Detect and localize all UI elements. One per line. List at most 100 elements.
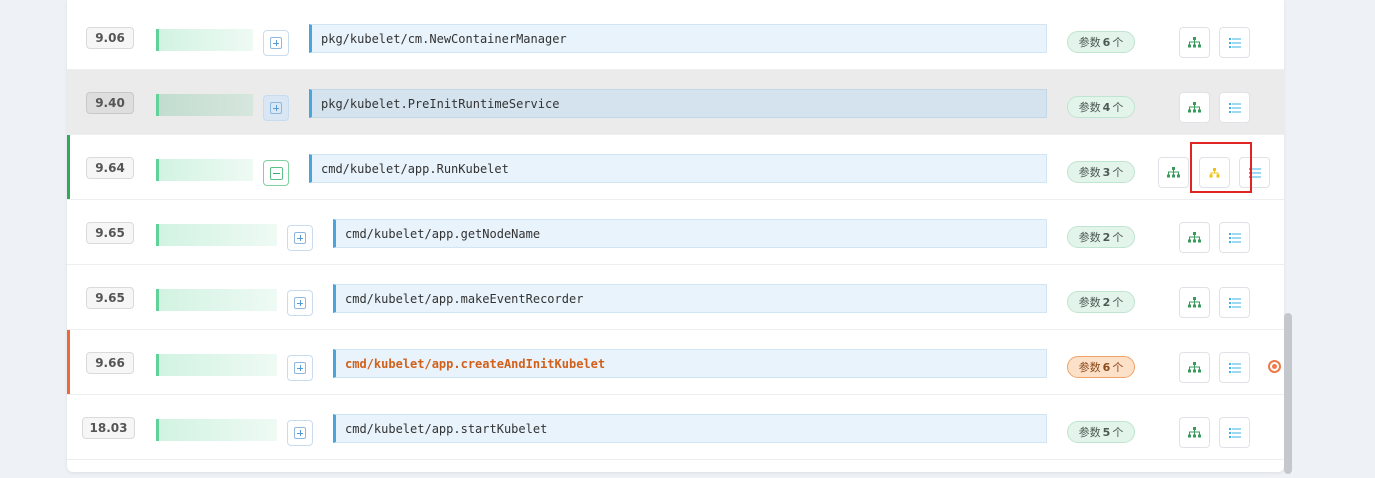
params-badge: 参数 6 个 — [1067, 31, 1135, 53]
params-badge: 参数 2 个 — [1067, 291, 1135, 313]
params-unit: 个 — [1112, 426, 1124, 439]
list-icon — [1228, 232, 1241, 243]
call-tree-row[interactable]: 9.06 pkg/kubelet/cm.NewContainerManager … — [67, 5, 1284, 70]
hierarchy-icon — [1188, 362, 1201, 373]
function-name[interactable]: cmd/kubelet/app.startKubelet — [333, 414, 1047, 443]
call-tree-row[interactable]: 18.03 cmd/kubelet/app.startKubelet 参数 5 … — [67, 395, 1284, 460]
params-unit: 个 — [1112, 36, 1124, 49]
expand-button[interactable] — [287, 290, 313, 316]
hierarchy-icon — [1188, 427, 1201, 438]
params-label: 参数 — [1078, 296, 1101, 309]
list-view-button[interactable] — [1219, 287, 1250, 318]
tree-view-button[interactable] — [1179, 352, 1210, 383]
call-tree-row[interactable]: 9.66 cmd/kubelet/app.createAndInitKubele… — [67, 330, 1284, 395]
params-unit: 个 — [1112, 166, 1124, 179]
params-badge: 参数 2 个 — [1067, 226, 1135, 248]
score-badge: 9.66 — [86, 352, 134, 374]
score-badge: 9.65 — [86, 287, 134, 309]
score-badge: 9.64 — [86, 157, 134, 179]
hierarchy-icon — [1188, 102, 1201, 113]
params-count: 5 — [1102, 425, 1111, 439]
expand-button[interactable] — [287, 225, 313, 251]
tree-view-button[interactable] — [1179, 222, 1210, 253]
list-view-button[interactable] — [1219, 222, 1250, 253]
list-icon — [1228, 37, 1241, 48]
locate-target-icon[interactable] — [1268, 360, 1281, 373]
params-count: 4 — [1102, 100, 1111, 114]
params-label: 参数 — [1078, 361, 1101, 374]
row-accent — [67, 330, 70, 394]
tree-view-button[interactable] — [1179, 27, 1210, 58]
row-accent — [67, 135, 70, 199]
params-count: 2 — [1102, 295, 1111, 309]
params-badge: 参数 5 个 — [1067, 421, 1135, 443]
cost-bar — [156, 224, 277, 246]
params-count: 2 — [1102, 230, 1111, 244]
tree-view-button[interactable] — [1179, 92, 1210, 123]
params-badge: 参数 3 个 — [1067, 161, 1135, 183]
params-label: 参数 — [1078, 426, 1101, 439]
list-view-button[interactable] — [1219, 27, 1250, 58]
expand-plus-icon — [270, 102, 282, 114]
list-icon — [1228, 102, 1241, 113]
params-unit: 个 — [1112, 231, 1124, 244]
function-name[interactable]: pkg/kubelet/cm.NewContainerManager — [309, 24, 1047, 53]
params-unit: 个 — [1112, 361, 1124, 374]
vertical-scrollbar[interactable] — [1284, 313, 1292, 474]
params-badge: 参数 6 个 — [1067, 356, 1135, 378]
function-name[interactable]: pkg/kubelet.PreInitRuntimeService — [309, 89, 1047, 118]
list-icon — [1228, 427, 1241, 438]
list-icon — [1228, 297, 1241, 308]
call-tree-panel: 9.06 pkg/kubelet/cm.NewContainerManager … — [67, 0, 1284, 472]
params-label: 参数 — [1078, 166, 1101, 179]
call-tree-row[interactable]: 9.65 cmd/kubelet/app.getNodeName 参数 2 个 — [67, 200, 1284, 265]
function-name[interactable]: cmd/kubelet/app.RunKubelet — [309, 154, 1047, 183]
hierarchy-icon — [1188, 232, 1201, 243]
params-unit: 个 — [1112, 296, 1124, 309]
expand-button[interactable] — [287, 420, 313, 446]
call-tree-row[interactable]: 9.64 cmd/kubelet/app.RunKubelet 参数 3 个 — [67, 135, 1284, 200]
params-label: 参数 — [1078, 231, 1101, 244]
expand-plus-icon — [294, 232, 306, 244]
score-badge: 9.06 — [86, 27, 134, 49]
call-graph-icon — [1209, 167, 1220, 177]
cost-bar — [156, 419, 277, 441]
hierarchy-icon — [1188, 37, 1201, 48]
call-tree-row[interactable]: 9.65 cmd/kubelet/app.makeEventRecorder 参… — [67, 265, 1284, 330]
function-name[interactable]: cmd/kubelet/app.createAndInitKubelet — [333, 349, 1047, 378]
locate-dot — [1272, 364, 1277, 369]
hierarchy-icon — [1167, 167, 1180, 178]
list-view-button[interactable] — [1239, 157, 1270, 188]
cost-bar — [156, 354, 277, 376]
list-view-button[interactable] — [1219, 352, 1250, 383]
list-icon — [1248, 167, 1261, 178]
cost-bar — [156, 94, 253, 116]
params-label: 参数 — [1078, 36, 1101, 49]
expand-plus-icon — [294, 362, 306, 374]
collapse-button[interactable] — [263, 160, 289, 186]
tree-view-button[interactable] — [1179, 287, 1210, 318]
list-view-button[interactable] — [1219, 417, 1250, 448]
function-name[interactable]: cmd/kubelet/app.makeEventRecorder — [333, 284, 1047, 313]
params-badge: 参数 4 个 — [1067, 96, 1135, 118]
call-graph-button[interactable] — [1199, 157, 1230, 188]
list-view-button[interactable] — [1219, 92, 1250, 123]
collapse-minus-icon — [269, 166, 283, 180]
call-tree-row[interactable]: 9.40 pkg/kubelet.PreInitRuntimeService 参… — [67, 70, 1284, 135]
expand-button[interactable] — [287, 355, 313, 381]
tree-view-button[interactable] — [1179, 417, 1210, 448]
params-count: 6 — [1102, 35, 1111, 49]
params-unit: 个 — [1112, 101, 1124, 114]
expand-plus-icon — [294, 427, 306, 439]
expand-button[interactable] — [263, 30, 289, 56]
expand-button[interactable] — [263, 95, 289, 121]
expand-plus-icon — [270, 37, 282, 49]
tree-view-button[interactable] — [1158, 157, 1189, 188]
params-count: 6 — [1102, 360, 1111, 374]
function-name[interactable]: cmd/kubelet/app.getNodeName — [333, 219, 1047, 248]
score-badge: 9.65 — [86, 222, 134, 244]
score-badge: 18.03 — [82, 417, 135, 439]
cost-bar — [156, 289, 277, 311]
params-label: 参数 — [1078, 101, 1101, 114]
cost-bar — [156, 29, 253, 51]
